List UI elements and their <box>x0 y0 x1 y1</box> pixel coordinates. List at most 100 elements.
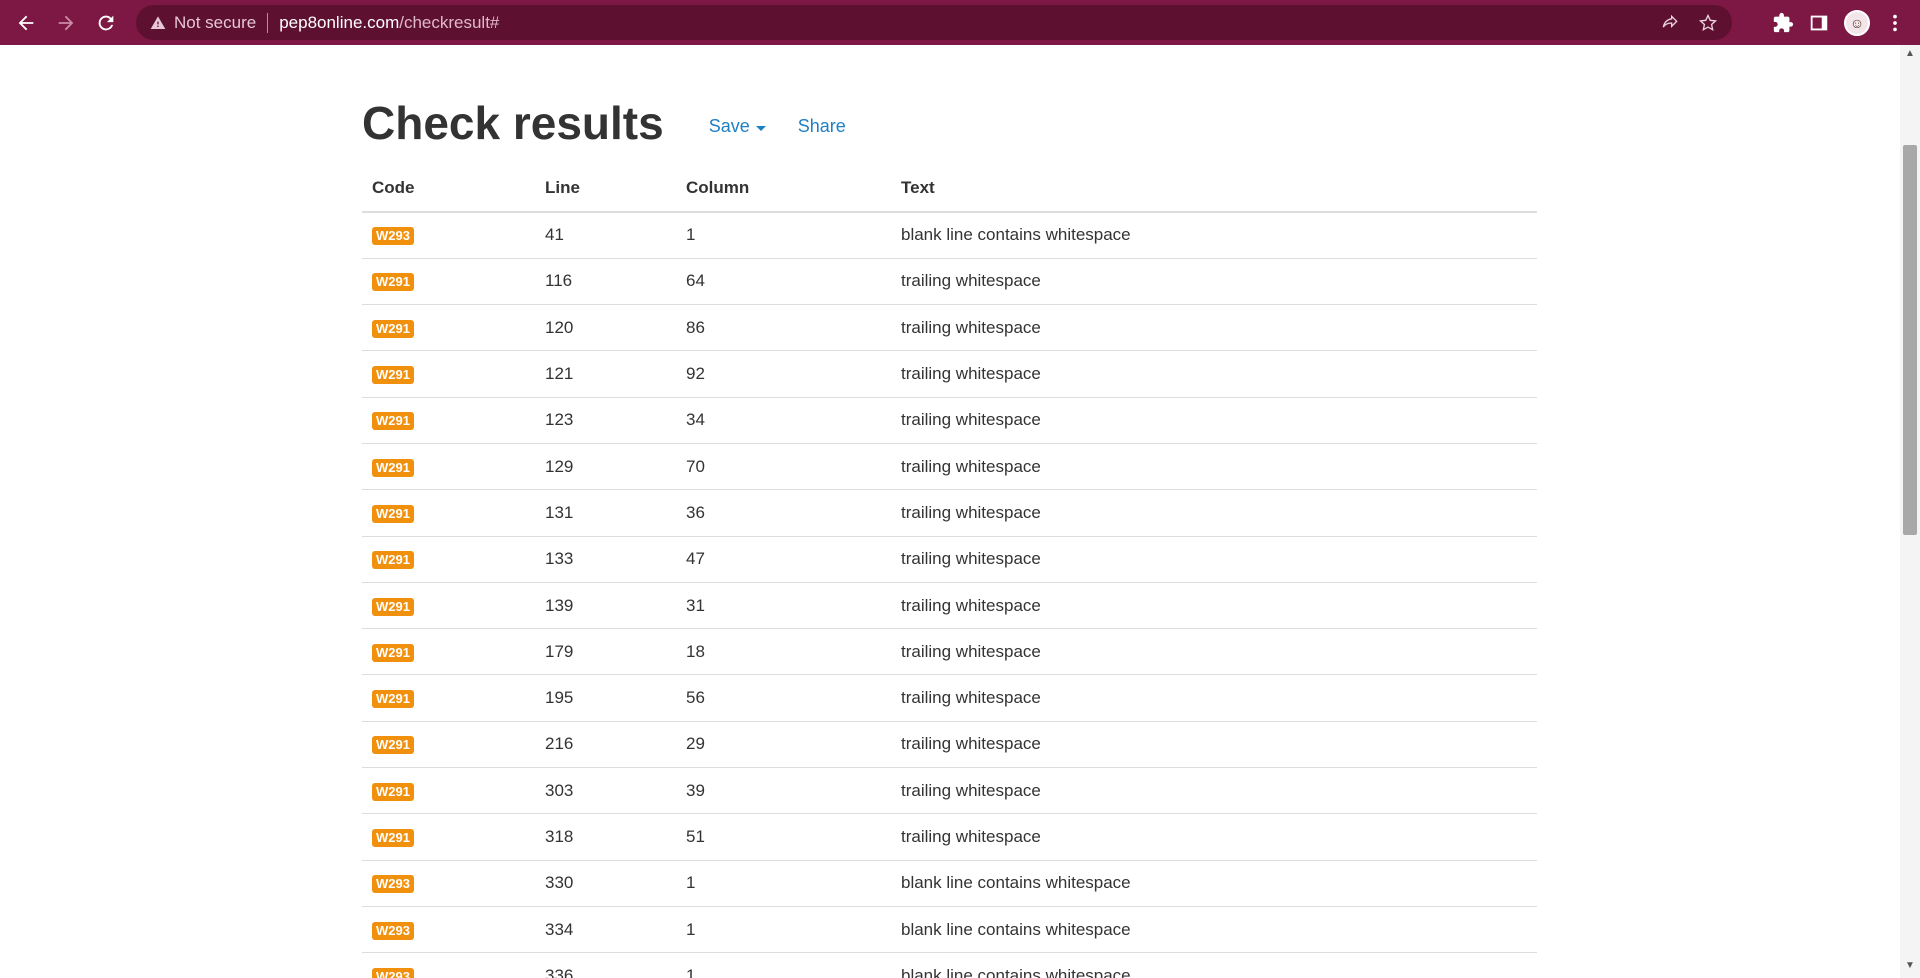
cell-line: 116 <box>535 257 676 305</box>
cell-line: 121 <box>535 350 676 398</box>
cell-column: 92 <box>676 350 891 398</box>
cell-column: 1 <box>676 952 891 978</box>
cell-text: blank line contains whitespace <box>891 211 1537 259</box>
cell-column: 1 <box>676 211 891 259</box>
table-row: W291 195 56 trailing whitespace <box>362 674 1537 722</box>
code-badge: W291 <box>372 690 414 709</box>
cell-column: 18 <box>676 628 891 675</box>
cell-code: W291 <box>362 720 535 768</box>
cell-code: W291 <box>362 535 535 583</box>
cell-line: 216 <box>535 720 676 768</box>
cell-code: W291 <box>362 628 535 675</box>
cell-line: 133 <box>535 535 676 583</box>
table-row: W291 179 18 trailing whitespace <box>362 628 1537 675</box>
cell-code: W291 <box>362 581 535 629</box>
reload-button[interactable] <box>86 3 126 43</box>
cell-column: 56 <box>676 674 891 722</box>
forward-button[interactable] <box>46 3 86 43</box>
cell-code: W291 <box>362 489 535 537</box>
cell-text: trailing whitespace <box>891 535 1537 583</box>
code-badge: W291 <box>372 643 414 662</box>
table-row: W291 139 31 trailing whitespace <box>362 581 1537 629</box>
share-link[interactable]: Share <box>798 114 846 138</box>
url-path: /checkresult# <box>399 12 500 32</box>
reload-icon <box>98 15 114 30</box>
cell-code: W293 <box>362 859 535 907</box>
table-row: W291 133 47 trailing whitespace <box>362 535 1537 583</box>
address-bar[interactable]: Not secure pep8online.com/checkresult# <box>136 5 1732 40</box>
warning-icon[interactable] <box>150 15 166 31</box>
save-dropdown-button[interactable]: Save <box>709 114 766 138</box>
star-icon[interactable] <box>1698 13 1718 33</box>
header-code: Code <box>362 165 535 213</box>
side-panel-icon[interactable] <box>1808 12 1830 34</box>
cell-code: W291 <box>362 813 535 861</box>
results-body: W293 41 1 blank line contains whitespace W29… <box>362 211 1537 978</box>
cell-line: 120 <box>535 304 676 351</box>
forward-icon <box>58 15 74 30</box>
header-line: Line <box>535 165 676 213</box>
table-row: W291 123 34 trailing whitespace <box>362 396 1537 444</box>
cell-code: W291 <box>362 257 535 305</box>
cell-line: 330 <box>535 859 676 907</box>
menu-icon[interactable] <box>1884 12 1906 34</box>
cell-line: 336 <box>535 952 676 978</box>
code-badge: W291 <box>372 551 414 570</box>
code-badge: W291 <box>372 829 414 847</box>
code-badge: W291 <box>372 504 414 523</box>
cell-column: 47 <box>676 535 891 583</box>
cell-line: 131 <box>535 489 676 537</box>
table-row: W291 120 86 trailing whitespace <box>362 304 1537 351</box>
scroll-down-arrow-icon[interactable]: ▼ <box>1904 960 1916 972</box>
table-row: W291 121 92 trailing whitespace <box>362 350 1537 398</box>
table-row: W293 334 1 blank line contains whitespace <box>362 905 1537 953</box>
cell-text: blank line contains whitespace <box>891 952 1537 978</box>
cell-code: W291 <box>362 304 535 351</box>
cell-column: 64 <box>676 257 891 305</box>
cell-line: 41 <box>535 211 676 259</box>
extensions-icon[interactable] <box>1772 12 1794 34</box>
cell-text: trailing whitespace <box>891 813 1537 861</box>
table-row: W291 129 70 trailing whitespace <box>362 442 1537 490</box>
cell-code: W291 <box>362 442 535 490</box>
cell-text: trailing whitespace <box>891 442 1537 490</box>
scrollbar-thumb[interactable] <box>1903 145 1917 535</box>
code-badge: W293 <box>372 227 414 246</box>
cell-text: trailing whitespace <box>891 396 1537 444</box>
scroll-up-arrow-icon[interactable]: ▲ <box>1904 48 1916 60</box>
code-badge: W293 <box>372 921 414 940</box>
cell-line: 129 <box>535 442 676 490</box>
cell-column: 29 <box>676 720 891 768</box>
cell-line: 179 <box>535 628 676 675</box>
code-badge: W291 <box>372 273 414 292</box>
browser-actions: ☺ <box>1772 0 1920 45</box>
table-row: W293 41 1 blank line contains whitespace <box>362 211 1537 259</box>
header-text: Text <box>891 165 1537 213</box>
cell-line: 139 <box>535 581 676 629</box>
code-badge: W291 <box>372 412 414 431</box>
caret-down-icon <box>755 125 766 131</box>
cell-column: 36 <box>676 489 891 537</box>
cell-text: trailing whitespace <box>891 628 1537 675</box>
security-label[interactable]: Not secure <box>174 13 256 33</box>
code-badge: W291 <box>372 319 414 338</box>
code-badge: W291 <box>372 458 414 477</box>
cell-text: blank line contains whitespace <box>891 905 1537 953</box>
save-label: Save <box>708 116 750 136</box>
cell-text: blank line contains whitespace <box>891 859 1537 907</box>
cell-text: trailing whitespace <box>891 257 1537 305</box>
cell-column: 1 <box>676 859 891 907</box>
share-icon[interactable] <box>1660 13 1680 33</box>
cell-line: 334 <box>535 905 676 953</box>
back-button[interactable] <box>6 3 46 43</box>
table-row: W291 116 64 trailing whitespace <box>362 257 1537 305</box>
cell-text: trailing whitespace <box>891 720 1537 768</box>
code-badge: W293 <box>372 968 414 978</box>
table-row: W291 303 39 trailing whitespace <box>362 767 1537 814</box>
avatar[interactable]: ☺ <box>1844 9 1870 36</box>
cell-line: 123 <box>535 396 676 444</box>
cell-text: trailing whitespace <box>891 674 1537 722</box>
cell-text: trailing whitespace <box>891 304 1537 351</box>
cell-column: 86 <box>676 304 891 351</box>
table-header-row: Code Line Column Text <box>362 165 1537 213</box>
